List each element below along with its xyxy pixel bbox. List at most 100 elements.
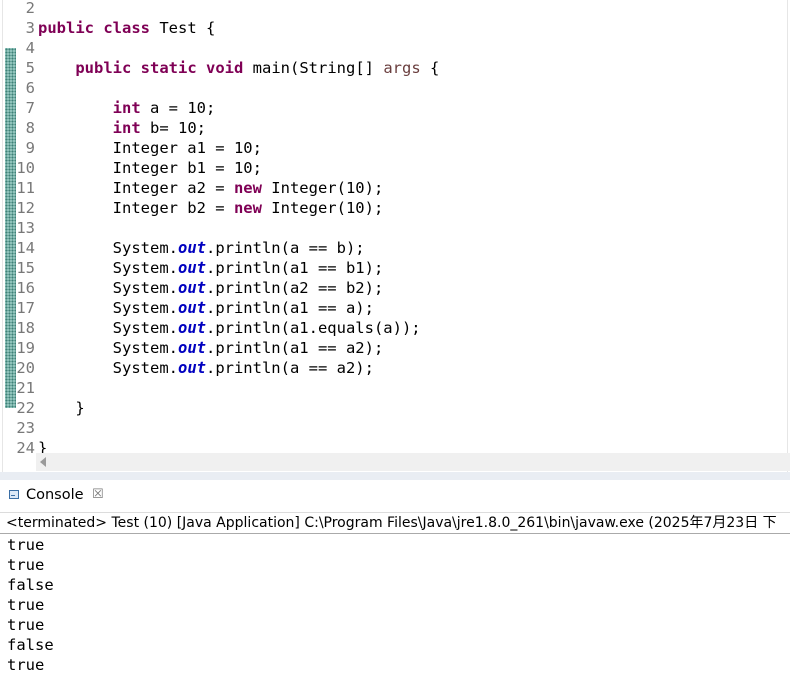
code-line[interactable]: 15 System.out.println(a1 == b1); bbox=[0, 258, 790, 278]
line-number: 13 bbox=[16, 219, 35, 237]
code-line[interactable]: 19 System.out.println(a1 == a2); bbox=[0, 338, 790, 358]
code-text: int b= 10; bbox=[38, 118, 206, 138]
console-output-line: true bbox=[7, 656, 45, 674]
code-text: Integer b1 = 10; bbox=[38, 158, 262, 178]
code-token: Integer(10); bbox=[261, 199, 384, 217]
code-line[interactable]: 8 int b= 10; bbox=[0, 118, 790, 138]
line-number: 3 bbox=[25, 19, 35, 37]
line-number: 6 bbox=[25, 79, 35, 97]
console-output-line: true bbox=[7, 596, 45, 614]
keyword-token: void bbox=[206, 59, 244, 77]
line-number: 21 bbox=[16, 379, 35, 397]
line-number: 5 bbox=[25, 59, 35, 77]
code-token: Integer(10); bbox=[261, 179, 384, 197]
code-token: .println(a1 == b1); bbox=[205, 259, 384, 277]
line-number: 12 bbox=[16, 199, 35, 217]
code-token: System. bbox=[38, 239, 178, 257]
code-token: .println(a1.equals(a)); bbox=[205, 319, 421, 337]
code-line[interactable]: 14 System.out.println(a == b); bbox=[0, 238, 790, 258]
console-view-header: Console ☒ bbox=[0, 480, 790, 512]
code-line[interactable]: 23 bbox=[0, 418, 790, 438]
code-text: System.out.println(a2 == b2); bbox=[38, 278, 384, 298]
code-line[interactable]: 22 } bbox=[0, 398, 790, 418]
line-number: 17 bbox=[16, 299, 35, 317]
code-line[interactable]: 12 Integer b2 = new Integer(10); bbox=[0, 198, 790, 218]
code-text: int a = 10; bbox=[38, 98, 216, 118]
code-line[interactable]: 10 Integer b1 = 10; bbox=[0, 158, 790, 178]
field-token: out bbox=[177, 279, 206, 297]
keyword-token: new bbox=[233, 179, 262, 197]
close-icon[interactable]: ☒ bbox=[92, 487, 104, 502]
code-token: { bbox=[420, 59, 440, 77]
field-token: out bbox=[177, 259, 206, 277]
code-line[interactable]: 7 int a = 10; bbox=[0, 98, 790, 118]
code-editor[interactable]: 2 3 public class Test {4 5 public static vo… bbox=[0, 0, 790, 472]
horizontal-scrollbar[interactable] bbox=[36, 453, 790, 471]
keyword-token: class bbox=[103, 19, 151, 37]
keyword-token: public bbox=[75, 59, 132, 77]
code-text: System.out.println(a1.equals(a)); bbox=[38, 318, 421, 338]
console-output-line: false bbox=[7, 576, 54, 594]
console-status: <terminated> Test (10) [Java Application… bbox=[0, 512, 790, 534]
keyword-token: int bbox=[112, 119, 141, 137]
line-number: 8 bbox=[25, 119, 35, 137]
code-text: Integer b2 = new Integer(10); bbox=[38, 198, 384, 218]
console-output-line: true bbox=[7, 536, 45, 554]
console-output-line: true bbox=[7, 616, 45, 634]
line-number: 20 bbox=[16, 359, 35, 377]
code-line[interactable]: 21 bbox=[0, 378, 790, 398]
code-line[interactable]: 6 bbox=[0, 78, 790, 98]
code-line[interactable]: 13 bbox=[0, 218, 790, 238]
code-token: .println(a1 == a); bbox=[205, 299, 374, 317]
scroll-left-icon[interactable] bbox=[40, 457, 46, 467]
tab-console[interactable]: Console bbox=[26, 487, 84, 503]
keyword-token: public bbox=[38, 19, 94, 37]
pane-separator[interactable] bbox=[0, 472, 790, 480]
console-output-line: false bbox=[7, 636, 54, 654]
line-number: 24 bbox=[16, 439, 35, 457]
field-token: out bbox=[177, 339, 206, 357]
keyword-token: new bbox=[233, 199, 262, 217]
line-number: 16 bbox=[16, 279, 35, 297]
code-line[interactable]: 18 System.out.println(a1.equals(a)); bbox=[0, 318, 790, 338]
code-token: Test { bbox=[150, 19, 216, 37]
line-number: 7 bbox=[25, 99, 35, 117]
line-number: 9 bbox=[25, 139, 35, 157]
code-line[interactable]: 20 System.out.println(a == a2); bbox=[0, 358, 790, 378]
code-line[interactable]: 5 public static void main(String[] args … bbox=[0, 58, 790, 78]
code-line[interactable]: 4 bbox=[0, 38, 790, 58]
code-token: .println(a2 == b2); bbox=[205, 279, 384, 297]
console-output-line: true bbox=[7, 556, 45, 574]
line-number: 10 bbox=[16, 159, 35, 177]
code-token: .println(a == a2); bbox=[205, 359, 374, 377]
code-line[interactable]: 3 public class Test { bbox=[0, 18, 790, 38]
code-token: System. bbox=[38, 259, 178, 277]
code-line[interactable]: 2 bbox=[0, 0, 790, 18]
code-token: Integer b1 = 10; bbox=[38, 159, 262, 177]
code-token: main(String[] bbox=[243, 59, 384, 77]
line-number: 23 bbox=[16, 419, 35, 437]
code-text: } bbox=[38, 398, 84, 418]
code-token: System. bbox=[38, 319, 178, 337]
line-number: 22 bbox=[16, 399, 35, 417]
code-token: Integer a1 = 10; bbox=[38, 139, 262, 157]
line-number: 11 bbox=[16, 179, 35, 197]
code-line[interactable]: 11 Integer a2 = new Integer(10); bbox=[0, 178, 790, 198]
code-line[interactable]: 17 System.out.println(a1 == a); bbox=[0, 298, 790, 318]
code-line[interactable]: 9 Integer a1 = 10; bbox=[0, 138, 790, 158]
code-token: .println(a == b); bbox=[205, 239, 365, 257]
line-number: 19 bbox=[16, 339, 35, 357]
code-line[interactable]: 16 System.out.println(a2 == b2); bbox=[0, 278, 790, 298]
code-token: a = 10; bbox=[140, 99, 216, 117]
code-text: Integer a2 = new Integer(10); bbox=[38, 178, 384, 198]
code-text: System.out.println(a1 == b1); bbox=[38, 258, 384, 278]
console-icon bbox=[9, 490, 19, 499]
line-number: 14 bbox=[16, 239, 35, 257]
keyword-token: int bbox=[112, 99, 141, 117]
code-token: .println(a1 == a2); bbox=[205, 339, 384, 357]
